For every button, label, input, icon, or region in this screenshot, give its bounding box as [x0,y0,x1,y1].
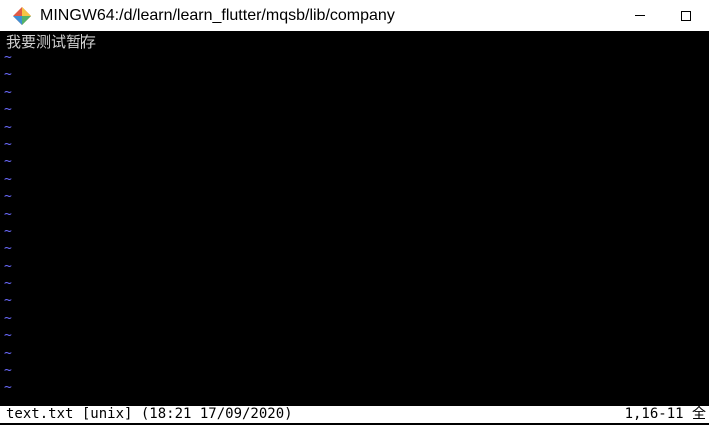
empty-line-marker: ~ [4,84,12,100]
empty-line-marker: ~ [4,206,12,222]
empty-line-marker: ~ [4,328,12,344]
empty-line-marker: ~ [4,345,12,361]
minimize-icon [635,15,645,16]
empty-line-marker: ~ [4,276,12,292]
file-info: text.txt [unix] (18:21 17/09/2020) [6,406,293,422]
empty-line-marker: ~ [4,293,12,309]
empty-line-marker: ~ [4,136,12,152]
maximize-button[interactable] [663,0,709,31]
empty-line-marker: ~ [4,310,12,326]
cursor-position: 1,16-11 全 [624,406,706,422]
empty-line-marker: ~ [4,119,12,135]
empty-line-marker: ~ [4,50,12,65]
text-after-cursor: 存 [81,33,97,51]
terminal-window: MINGW64:/d/learn/learn_flutter/mqsb/lib/… [0,0,709,425]
text-before-cursor: 我要测试暂 [6,33,82,51]
empty-line-marker: ~ [4,241,12,257]
empty-line-markers: ~ ~ ~ ~ ~ ~ ~ ~ ~ ~ ~ ~ ~ ~ ~ ~ ~ ~ ~ ~ [4,49,12,397]
empty-line-marker: ~ [4,189,12,205]
empty-line-marker: ~ [4,102,12,118]
title-bar[interactable]: MINGW64:/d/learn/learn_flutter/mqsb/lib/… [0,0,709,31]
minimize-button[interactable] [617,0,663,31]
empty-line-marker: ~ [4,380,12,396]
empty-line-marker: ~ [4,171,12,187]
empty-line-marker: ~ [4,258,12,274]
git-diamond-icon[interactable] [11,5,33,27]
empty-line-marker: ~ [4,154,12,170]
window-controls [617,0,709,31]
empty-line-marker: ~ [4,223,12,239]
buffer-line-1[interactable]: 我要测试暂存 [6,33,96,51]
vim-status-line: text.txt [unix] (18:21 17/09/2020) 1,16-… [0,406,709,423]
empty-line-marker: ~ [4,67,12,83]
maximize-icon [681,10,691,21]
empty-line-marker: ~ [4,363,12,379]
window-title: MINGW64:/d/learn/learn_flutter/mqsb/lib/… [40,6,395,24]
vim-editor-area[interactable]: 我要测试暂存 ~ ~ ~ ~ ~ ~ ~ ~ ~ ~ ~ ~ ~ ~ ~ ~ ~ ~ ~ ~ [0,31,709,406]
